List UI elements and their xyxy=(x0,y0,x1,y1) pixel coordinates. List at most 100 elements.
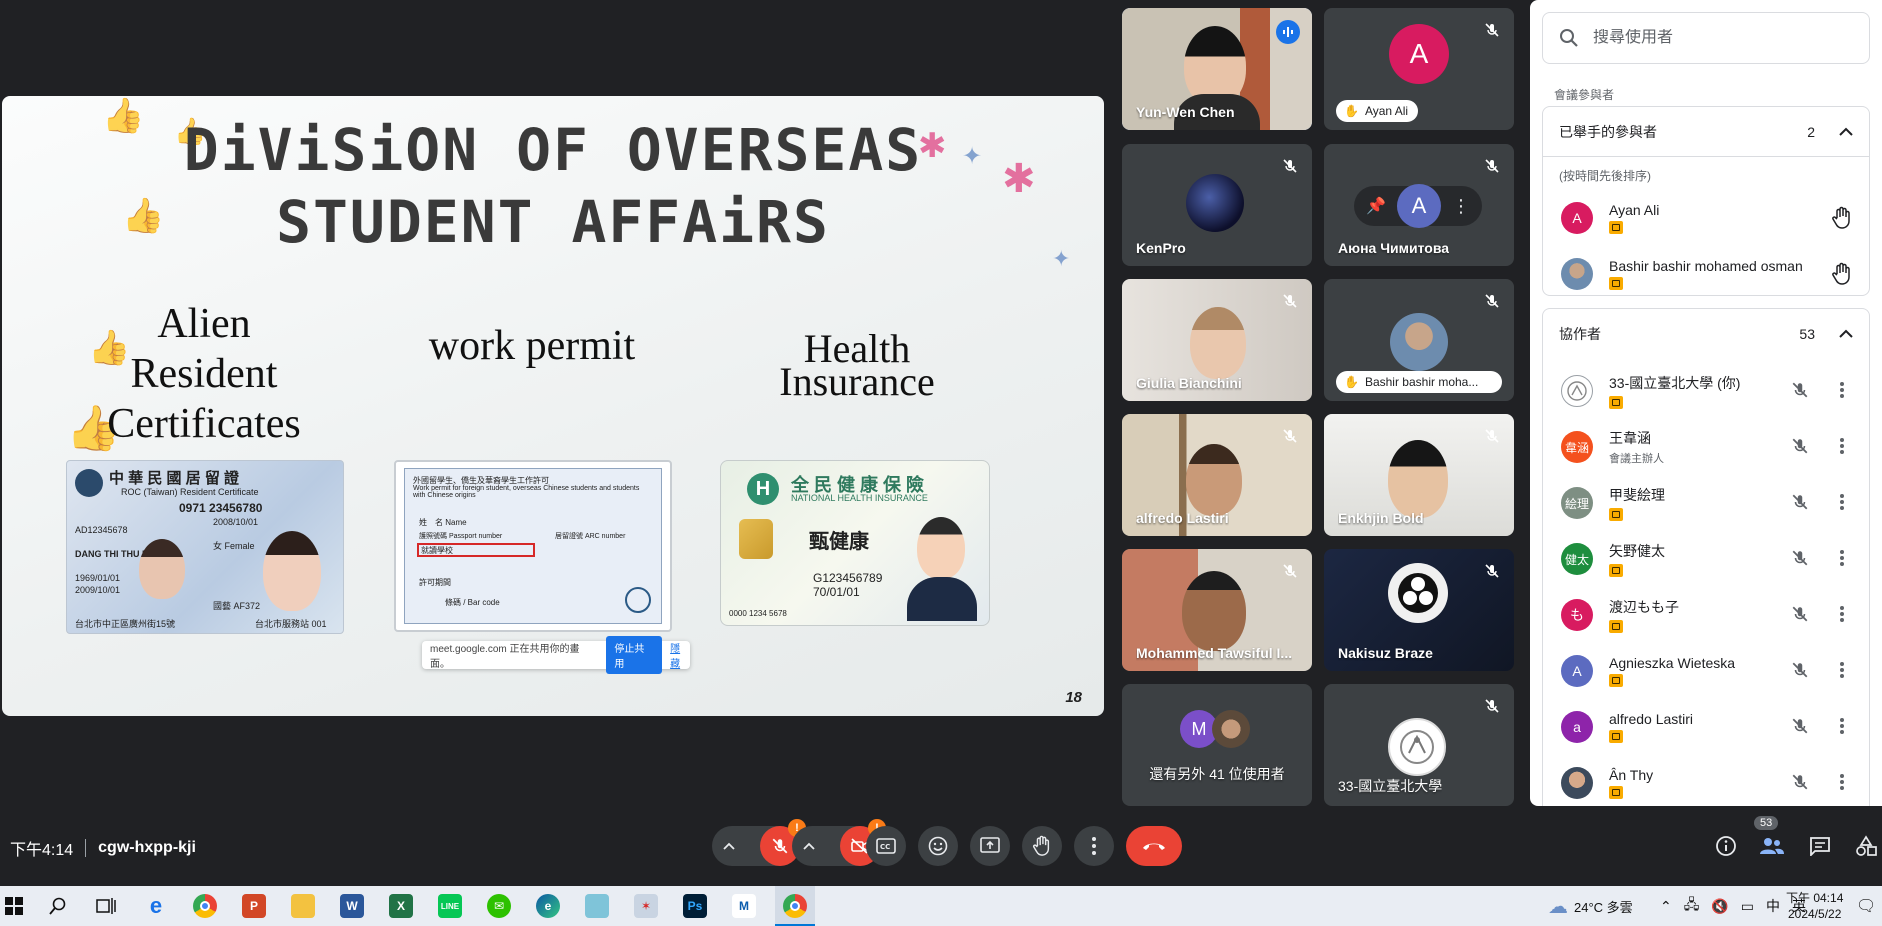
mic-off-icon[interactable] xyxy=(1791,549,1809,572)
collaborator-row[interactable]: Ân Thy xyxy=(1543,755,1869,806)
collaborator-row[interactable]: 絵理 甲斐絵理 xyxy=(1543,475,1869,531)
tile-ayan-ali[interactable]: A ✋ Ayan Ali xyxy=(1324,8,1514,130)
tile-yun-wen-chen[interactable]: Yun-Wen Chen xyxy=(1122,8,1312,130)
captions-button[interactable]: CC xyxy=(866,826,906,866)
tile-alfredo-lastiri[interactable]: alfredo Lastiri xyxy=(1122,414,1312,536)
tile-ayuna-chimitova[interactable]: 📌 A ⋮ Аюна Чимитова xyxy=(1324,144,1514,266)
tile-ntpu[interactable]: 33-國立臺北大學 xyxy=(1324,684,1514,806)
stop-sharing-button[interactable]: 停止共用 xyxy=(606,636,663,674)
meeting-code[interactable]: cgw-hxpp-kji xyxy=(98,839,196,857)
more-options-icon[interactable] xyxy=(1839,605,1845,628)
activities-button[interactable] xyxy=(1850,830,1882,862)
tile-name: Giulia Bianchini xyxy=(1136,375,1242,391)
present-button[interactable] xyxy=(970,826,1010,866)
line-icon[interactable]: LINE xyxy=(438,894,462,918)
chevron-up-icon[interactable] xyxy=(1839,127,1853,137)
hide-toast-link[interactable]: 隱藏 xyxy=(670,640,690,670)
raised-person[interactable]: A Ayan Ali xyxy=(1543,190,1869,246)
chat-button[interactable] xyxy=(1804,830,1836,862)
ime-icon[interactable]: 中 xyxy=(1766,896,1780,916)
app-icon[interactable]: ✶ xyxy=(634,894,658,918)
task-view-icon[interactable] xyxy=(94,894,118,918)
tile-hover-controls: 📌 A ⋮ xyxy=(1354,184,1482,228)
tile-enkhjin-bold[interactable]: Enkhjin Bold xyxy=(1324,414,1514,536)
weather-widget[interactable]: ☁ 24°C 多雲 xyxy=(1548,886,1633,926)
collaborator-row[interactable]: 韋涵 王韋涵 會議主辦人 xyxy=(1543,419,1869,475)
volume-muted-icon[interactable]: 🔇 xyxy=(1711,898,1728,915)
chevron-up-icon[interactable] xyxy=(1839,329,1853,339)
raised-hands-header[interactable]: 已舉手的參與者 2 xyxy=(1543,107,1869,157)
more-options-button[interactable] xyxy=(1074,826,1114,866)
ie-icon[interactable]: e xyxy=(144,893,168,918)
search-input[interactable] xyxy=(1593,29,1833,47)
lower-hand-icon[interactable] xyxy=(1831,206,1853,235)
collaborator-row[interactable]: も 渡辺もも子 xyxy=(1543,587,1869,643)
collaborator-row[interactable]: 健太 矢野健太 xyxy=(1543,531,1869,587)
chevron-up-icon[interactable] xyxy=(792,842,826,850)
more-options-icon[interactable] xyxy=(1839,381,1845,404)
mic-off-icon[interactable] xyxy=(1791,437,1809,460)
mic-off-icon[interactable] xyxy=(1791,717,1809,740)
battery-icon[interactable]: ▭ xyxy=(1741,898,1754,915)
tile-mohammed[interactable]: Mohammed Tawsiful I... xyxy=(1122,549,1312,671)
lower-hand-icon[interactable] xyxy=(1831,262,1853,291)
pin-icon[interactable]: 📌 xyxy=(1366,196,1386,216)
collaborator-row[interactable]: A Agnieszka Wieteska xyxy=(1543,643,1869,699)
search-box[interactable] xyxy=(1542,12,1870,64)
system-tray: ⌃ 🖧 🔇 ▭ 中 英 xyxy=(1660,886,1806,926)
slide-title-line2: STUDENT AFFAiRS xyxy=(276,188,830,256)
reactions-button[interactable] xyxy=(918,826,958,866)
excel-icon[interactable]: X xyxy=(389,894,413,918)
tile-nakisuz-braze[interactable]: Nakisuz Braze xyxy=(1324,549,1514,671)
people-button[interactable]: 53 xyxy=(1754,816,1788,862)
app-icon[interactable]: M xyxy=(732,894,756,918)
raise-hand-button[interactable] xyxy=(1022,826,1062,866)
photoshop-icon[interactable]: Ps xyxy=(683,894,707,918)
mic-off-icon[interactable] xyxy=(1791,605,1809,628)
chrome-icon[interactable] xyxy=(783,894,807,918)
app-icon[interactable] xyxy=(585,894,609,918)
notifications-icon[interactable]: 🗨 xyxy=(1856,896,1876,916)
more-options-icon[interactable]: ⋮ xyxy=(1452,196,1470,217)
collaborators-header[interactable]: 協作者 53 xyxy=(1543,309,1869,359)
more-options-icon[interactable] xyxy=(1839,493,1845,516)
raised-person[interactable]: Bashir bashir mohamed osman xyxy=(1543,246,1869,302)
hand-icon: ✋ xyxy=(1344,375,1359,389)
taskbar-clock[interactable]: 下午 04:14 2024/5/22 xyxy=(1786,890,1843,922)
mic-off-icon[interactable] xyxy=(1791,773,1809,796)
mic-off-icon[interactable] xyxy=(1791,493,1809,516)
hang-up-icon xyxy=(1143,843,1165,850)
collaborator-row[interactable]: 33-國立臺北大學 (你) xyxy=(1543,363,1869,419)
powerpoint-icon[interactable]: P xyxy=(242,894,266,918)
emoji-icon xyxy=(928,836,948,856)
tile-giulia-bianchini[interactable]: Giulia Bianchini xyxy=(1122,279,1312,401)
chevron-up-icon[interactable] xyxy=(712,842,746,850)
participants-section-label: 會議參與者 xyxy=(1554,88,1615,102)
more-options-icon[interactable] xyxy=(1839,773,1845,796)
mic-off-icon[interactable] xyxy=(1791,381,1809,404)
more-options-icon[interactable] xyxy=(1839,717,1845,740)
file-explorer-icon[interactable] xyxy=(291,894,315,918)
tile-bashir[interactable]: ✋ Bashir bashir moha... xyxy=(1324,279,1514,401)
leave-call-button[interactable] xyxy=(1126,826,1182,866)
more-options-icon[interactable] xyxy=(1839,549,1845,572)
mic-off-icon[interactable] xyxy=(1791,661,1809,684)
network-icon[interactable]: 🖧 xyxy=(1684,894,1700,918)
hand-badge-icon xyxy=(1609,221,1623,234)
edge-icon[interactable]: e xyxy=(536,894,560,918)
more-options-icon[interactable] xyxy=(1839,437,1845,460)
mic-off-icon xyxy=(1482,291,1502,311)
tile-kenpro[interactable]: KenPro xyxy=(1122,144,1312,266)
collaborator-row[interactable]: a alfredo Lastiri xyxy=(1543,699,1869,755)
mic-control[interactable]: ! xyxy=(712,819,806,866)
meeting-details-button[interactable] xyxy=(1710,830,1742,862)
more-options-icon[interactable] xyxy=(1839,661,1845,684)
start-icon[interactable] xyxy=(2,894,26,918)
photo-main xyxy=(917,517,965,579)
tile-others[interactable]: M 還有另外 41 位使用者 xyxy=(1122,684,1312,806)
wechat-icon[interactable]: ✉ xyxy=(487,894,511,918)
chevron-up-icon[interactable]: ⌃ xyxy=(1660,898,1672,915)
search-icon[interactable] xyxy=(46,894,70,918)
word-icon[interactable]: W xyxy=(340,894,364,918)
chrome-icon[interactable] xyxy=(193,894,217,918)
